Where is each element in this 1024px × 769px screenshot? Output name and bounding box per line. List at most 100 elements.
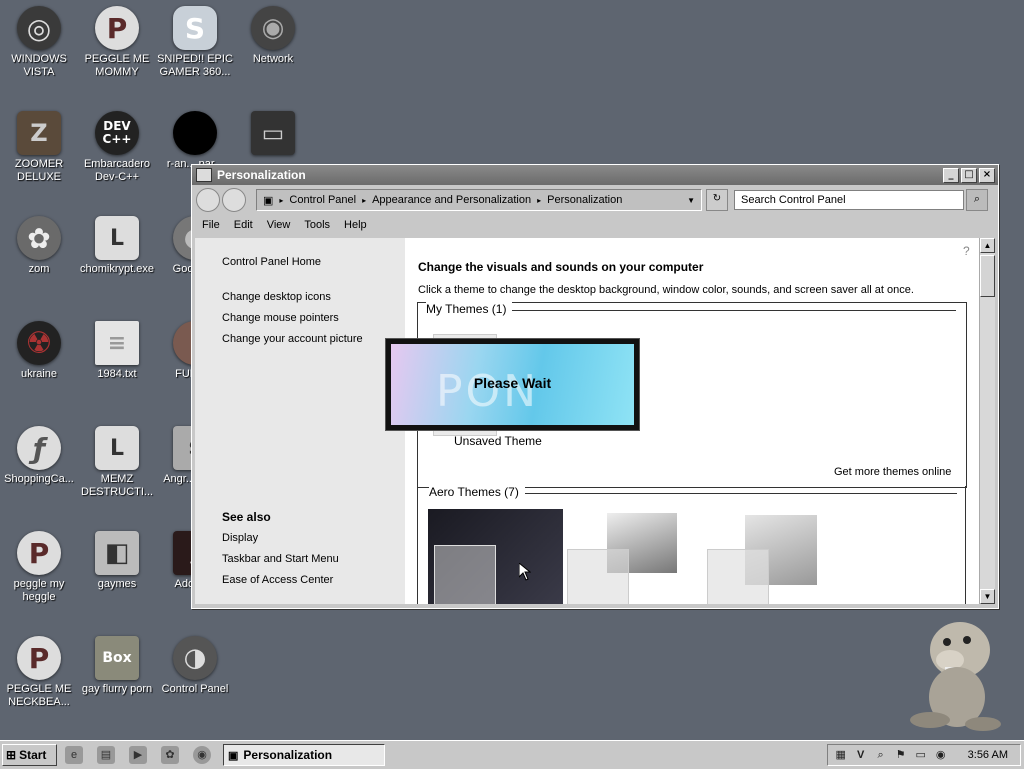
aero-theme-3-thumbnail[interactable]: [705, 513, 825, 604]
explorer-folder-icon[interactable]: ▤: [97, 746, 115, 764]
desktop-icon-r-an[interactable]: r-an... par...: [156, 107, 234, 171]
change-account-picture-link[interactable]: Change your account picture: [222, 333, 363, 345]
get-more-themes-link[interactable]: Get more themes online: [834, 466, 951, 478]
chrome-icon[interactable]: ◉: [193, 746, 211, 764]
navigation-bar: ▣ ▸ Control Panel ▸ Appearance and Perso…: [192, 185, 998, 215]
vertical-scrollbar[interactable]: ▲ ▼: [979, 238, 995, 604]
settings-icon[interactable]: ✿: [161, 746, 179, 764]
desktop-icon-1984-txt[interactable]: ≡ 1984.txt: [78, 317, 156, 381]
unsaved-theme-label[interactable]: Unsaved Theme: [454, 434, 542, 448]
desktop-icon-ukraine[interactable]: ☢ ukraine: [0, 317, 78, 381]
tray-v-icon[interactable]: V: [854, 748, 868, 762]
internet-explorer-icon[interactable]: e: [65, 746, 83, 764]
scroll-up-icon[interactable]: ▲: [980, 238, 995, 253]
peggle-icon: P: [17, 636, 61, 680]
exe-icon: L: [95, 216, 139, 260]
desktop-icon-zoomer-deluxe[interactable]: Z ZOOMER DELUXE: [0, 107, 78, 184]
taskbar-item-label: Personalization: [243, 748, 333, 762]
desktop-icon-control-panel[interactable]: ◑ Control Panel: [156, 632, 234, 696]
desktop-icon-monitor[interactable]: ▭: [234, 107, 312, 158]
refresh-button[interactable]: ↻: [706, 189, 728, 211]
taskbar-item-personalization[interactable]: ▣ Personalization: [223, 744, 385, 766]
radiation-icon: ☢: [17, 321, 61, 365]
change-desktop-icons-link[interactable]: Change desktop icons: [222, 291, 331, 303]
desktop-icon-peggle-me-neckbeard[interactable]: P PEGGLE ME NECKBEA...: [0, 632, 78, 709]
beaver-mascot-image: [910, 622, 1001, 731]
desktop-icon-zom[interactable]: ✿ zom: [0, 212, 78, 276]
chevron-right-icon: ▸: [279, 195, 284, 205]
search-icon[interactable]: ⌕: [966, 189, 988, 211]
scroll-thumb[interactable]: [980, 255, 995, 297]
tray-keyboard-icon[interactable]: ▦: [834, 748, 848, 762]
desktop-icon-sniped[interactable]: S SNIPED!! EPIC GAMER 360...: [156, 2, 234, 79]
menu-file[interactable]: File: [202, 219, 220, 231]
maximize-button[interactable]: □: [961, 167, 977, 183]
breadcrumb-control-panel[interactable]: Control Panel: [289, 194, 356, 206]
tray-flag-icon[interactable]: ⚑: [894, 748, 908, 762]
title-bar[interactable]: Personalization _ □ ×: [192, 165, 998, 185]
control-panel-icon: ▣: [228, 749, 239, 762]
peggle-icon: P: [95, 6, 139, 50]
control-panel-home-link[interactable]: Control Panel Home: [222, 256, 321, 268]
flower-icon: ✿: [17, 216, 61, 260]
desktop-icon-peggle-my-heggle[interactable]: Ppeggle my heggle: [0, 527, 78, 604]
search-input[interactable]: Search Control Panel: [734, 190, 964, 210]
chevron-down-icon[interactable]: ▼: [687, 196, 695, 205]
windows-logo-icon: ⊞: [6, 748, 17, 762]
menu-bar: File Edit View Tools Help: [192, 215, 998, 235]
aero-themes-title: Aero Themes (7): [429, 485, 525, 499]
taskbar: ⊞ Start e ▤ ▶ ✿ ◉ ▣ Personalization ▦ V …: [0, 740, 1024, 769]
desktop-icon-gay-flurry[interactable]: Box gay flurry porn: [78, 632, 156, 696]
clock[interactable]: 3:56 AM: [968, 749, 1008, 761]
menu-help[interactable]: Help: [344, 219, 367, 231]
text-file-icon: ≡: [95, 321, 139, 365]
menu-view[interactable]: View: [267, 219, 291, 231]
breadcrumb-personalization[interactable]: Personalization: [547, 194, 622, 206]
change-mouse-pointers-link[interactable]: Change mouse pointers: [222, 312, 339, 324]
minimize-button[interactable]: _: [943, 167, 959, 183]
menu-edit[interactable]: Edit: [234, 219, 253, 231]
tray-monitor-icon[interactable]: ▭: [914, 748, 928, 762]
windows-vista-icon: ◎: [17, 6, 61, 50]
taskbar-start-menu-link[interactable]: Taskbar and Start Menu: [222, 553, 339, 565]
zoomer-icon: Z: [17, 111, 61, 155]
chevron-right-icon[interactable]: ▸: [537, 196, 541, 205]
desktop-icon-peggle-me-mommy[interactable]: P PEGGLE ME MOMMY: [78, 2, 156, 79]
monitor-icon: ▭: [251, 111, 295, 155]
system-tray: ▦ V ⌕ ⚑ ▭ ◉ 3:56 AM: [826, 744, 1021, 766]
desktop-icon-windows-vista[interactable]: ◎ WINDOWS VISTA: [0, 2, 78, 79]
desktop-icon-network[interactable]: ◉ Network: [234, 2, 312, 66]
desktop-icon-shoppingcart[interactable]: ƒ ShoppingCa...: [0, 422, 78, 486]
help-icon[interactable]: ?: [963, 244, 970, 258]
my-themes-title: My Themes (1): [426, 302, 513, 316]
please-wait-dialog: PON Please Wait: [385, 338, 640, 431]
control-panel-icon: ◑: [173, 636, 217, 680]
tray-search-icon[interactable]: ⌕: [874, 748, 888, 762]
media-player-icon[interactable]: ▶: [129, 746, 147, 764]
desktop-icon-chomikrypt[interactable]: Lchomikrypt.exe: [78, 212, 156, 276]
close-button[interactable]: ×: [979, 167, 995, 183]
scroll-down-icon[interactable]: ▼: [980, 589, 995, 604]
display-link[interactable]: Display: [222, 532, 258, 544]
menu-tools[interactable]: Tools: [304, 219, 330, 231]
tray-volume-icon[interactable]: ◉: [934, 748, 948, 762]
desktop-icon-memz[interactable]: L MEMZ DESTRUCTI...: [78, 422, 156, 499]
page-heading: Change the visuals and sounds on your co…: [418, 260, 704, 274]
back-button[interactable]: [196, 188, 220, 212]
desktop-icon-dev-cpp[interactable]: DEV C++ Embarcadero Dev-C++: [78, 107, 156, 184]
peggle-icon: P: [17, 531, 61, 575]
start-button[interactable]: ⊞ Start: [2, 744, 57, 766]
aero-theme-2-thumbnail[interactable]: [567, 513, 687, 604]
folder-icon: ◧: [95, 531, 139, 575]
ease-of-access-link[interactable]: Ease of Access Center: [222, 574, 333, 586]
window-title: Personalization: [217, 168, 306, 182]
address-bar[interactable]: ▣ ▸ Control Panel ▸ Appearance and Perso…: [256, 189, 702, 211]
forward-button[interactable]: [222, 188, 246, 212]
desktop-icon-gaymes[interactable]: ◧ gaymes: [78, 527, 156, 591]
please-wait-text: Please Wait: [473, 375, 552, 391]
breadcrumb-appearance[interactable]: Appearance and Personalization: [372, 194, 531, 206]
beaver-box-icon: Box: [95, 636, 139, 680]
chevron-right-icon[interactable]: ▸: [362, 196, 366, 205]
task-pane: Control Panel Home Change desktop icons …: [195, 238, 405, 604]
aero-theme-1-thumbnail[interactable]: [428, 509, 563, 604]
